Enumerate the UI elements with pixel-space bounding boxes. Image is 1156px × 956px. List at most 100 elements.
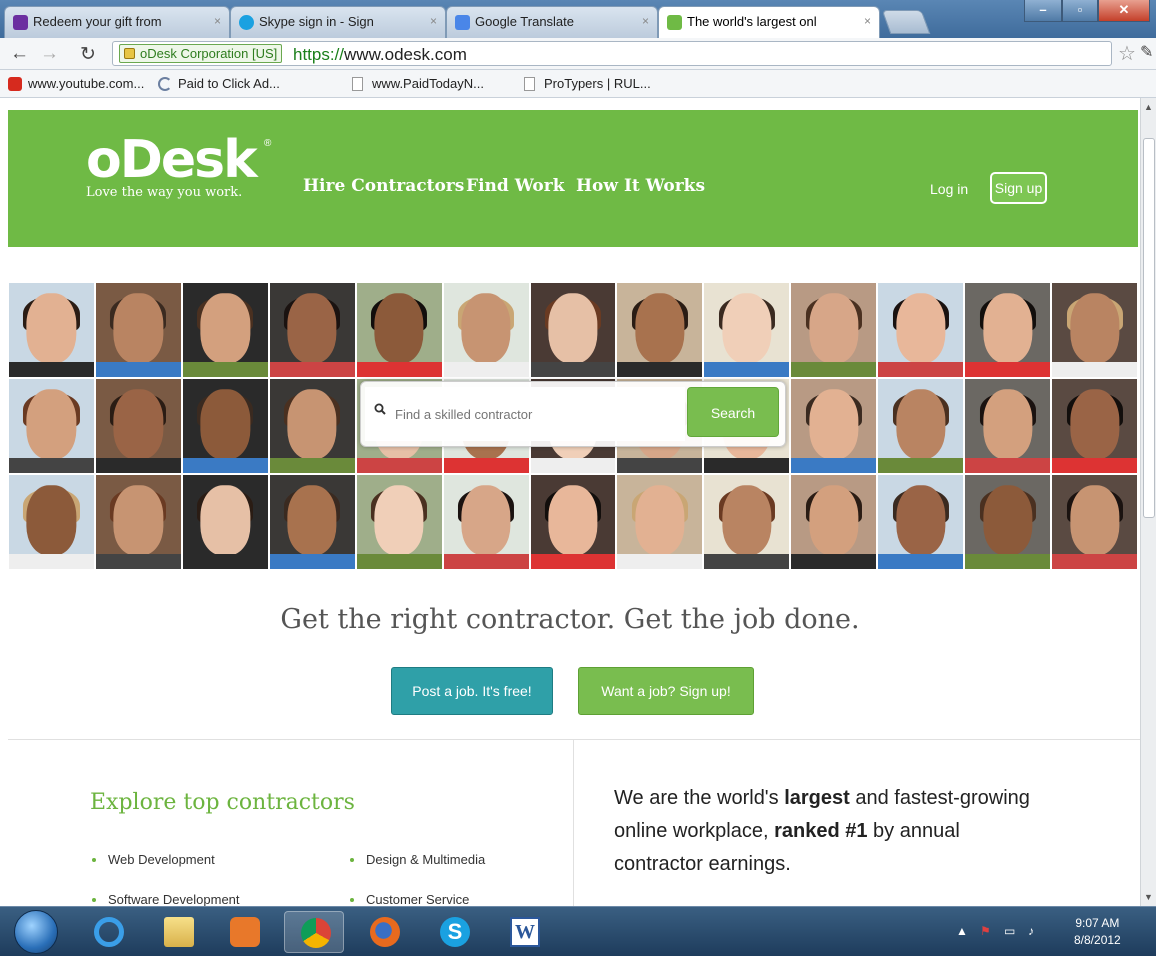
about-bold-ranked: ranked #1	[774, 820, 868, 842]
system-clock[interactable]: 9:07 AM 8/8/2012	[1074, 915, 1121, 949]
contractor-photo	[1052, 283, 1137, 377]
explore-title: Explore top contractors	[90, 790, 355, 815]
translate-icon	[455, 15, 470, 30]
tab-skype[interactable]: Skype sign in - Sign ×	[230, 6, 446, 38]
tab-google-translate[interactable]: Google Translate ×	[446, 6, 658, 38]
tab-label: Google Translate	[475, 14, 575, 29]
taskbar-skype[interactable]: S	[424, 911, 484, 953]
bookmark-paid-to-click[interactable]: Paid to Click Ad...	[158, 76, 280, 91]
want-job-button[interactable]: Want a job? Sign up!	[578, 667, 754, 715]
tab-yahoo[interactable]: Redeem your gift from ×	[4, 6, 230, 38]
bookmark-protypers[interactable]: ProTypers | RUL...	[524, 76, 651, 91]
contractor-photo	[95, 379, 181, 473]
contractor-photo	[1052, 379, 1137, 473]
category-design-multimedia[interactable]: Design & Multimedia	[346, 852, 485, 867]
scrollbar-thumb[interactable]	[1143, 138, 1155, 518]
wrench-icon[interactable]: ✎	[1140, 42, 1153, 62]
tab-close-icon[interactable]: ×	[430, 14, 437, 28]
bookmark-label: www.youtube.com...	[28, 76, 145, 91]
contractor-photo	[356, 283, 442, 377]
taskbar-chrome[interactable]	[284, 911, 344, 953]
tab-label: Redeem your gift from	[33, 14, 162, 29]
forward-icon[interactable]: →	[40, 43, 59, 65]
action-center-flag-icon[interactable]: ⚑	[980, 924, 991, 938]
contractor-photo	[530, 283, 616, 377]
close-window-button[interactable]: ✕	[1098, 0, 1150, 22]
moon-icon	[158, 77, 172, 91]
contractor-photo	[9, 283, 94, 377]
nav-find-work[interactable]: Find Work	[466, 176, 564, 196]
search-button[interactable]: Search	[687, 387, 779, 437]
tab-close-icon[interactable]: ×	[864, 14, 871, 28]
taskbar-word[interactable]: W	[494, 911, 554, 953]
star-icon[interactable]: ☆	[1118, 41, 1136, 66]
site-header: oDesk ® Love the way you work. Hire Cont…	[8, 110, 1138, 247]
tab-odesk[interactable]: The world's largest onl ×	[658, 6, 880, 38]
category-customer-service[interactable]: Customer Service	[346, 892, 469, 906]
taskbar-media-player[interactable]	[214, 911, 274, 953]
contractor-photo	[878, 475, 964, 569]
media-player-icon	[230, 917, 260, 947]
word-icon: W	[510, 917, 540, 947]
bookmark-youtube[interactable]: www.youtube.com...	[8, 76, 144, 91]
about-bold-largest: largest	[784, 787, 850, 809]
search-icon	[374, 403, 386, 415]
scroll-up-icon[interactable]: ▲	[1144, 102, 1153, 112]
clock-time: 9:07 AM	[1075, 916, 1120, 930]
contractor-photo	[965, 475, 1051, 569]
firefox-icon	[370, 917, 400, 947]
page-icon	[524, 77, 535, 91]
category-software-development[interactable]: Software Development	[88, 892, 240, 906]
contractor-photo	[617, 283, 703, 377]
security-chip[interactable]: oDesk Corporation [US]	[119, 44, 283, 63]
contractor-photo	[269, 283, 355, 377]
bookmark-label: ProTypers | RUL...	[544, 76, 651, 91]
about-blurb: We are the world's largest and fastest-g…	[614, 782, 1054, 881]
lock-icon	[124, 48, 135, 59]
skype-icon	[239, 15, 254, 30]
windows-taskbar: S W ▲ ⚑ ▭ ♪ 9:07 AM 8/8/2012	[0, 906, 1156, 956]
url-scheme: https://	[293, 45, 345, 64]
network-icon[interactable]: ▭	[1004, 924, 1015, 938]
address-bar[interactable]: oDesk Corporation [US] https://www.odesk…	[112, 41, 1112, 66]
contractor-photo	[269, 379, 355, 473]
taskbar-internet-explorer[interactable]	[78, 911, 138, 953]
browser-tab-strip: Redeem your gift from × Skype sign in - …	[0, 0, 1156, 38]
category-web-development[interactable]: Web Development	[88, 852, 215, 867]
contractor-photo	[617, 475, 703, 569]
contractor-photo	[356, 475, 442, 569]
tab-close-icon[interactable]: ×	[642, 14, 649, 28]
reload-icon[interactable]: ↻	[80, 43, 96, 66]
contractor-photo	[791, 475, 877, 569]
maximize-button[interactable]: ▫	[1062, 0, 1098, 22]
yahoo-icon	[13, 15, 28, 30]
taskbar-firefox[interactable]	[354, 911, 414, 953]
tab-close-icon[interactable]: ×	[214, 14, 221, 28]
taskbar-file-explorer[interactable]	[148, 911, 208, 953]
youtube-icon	[8, 77, 22, 91]
page-scrollbar[interactable]: ▲ ▼	[1140, 98, 1156, 906]
start-button[interactable]	[14, 910, 58, 954]
contractor-photo	[182, 475, 268, 569]
section-divider	[8, 739, 1140, 740]
search-input[interactable]	[365, 387, 685, 441]
show-hidden-icons-icon[interactable]: ▲	[956, 924, 968, 938]
nav-hire-contractors[interactable]: Hire Contractors	[303, 176, 464, 196]
odesk-logo[interactable]: oDesk ® Love the way you work.	[86, 132, 271, 200]
bookmark-paidtoday[interactable]: www.PaidTodayN...	[352, 76, 484, 91]
volume-icon[interactable]: ♪	[1028, 924, 1034, 938]
back-icon[interactable]: ←	[10, 43, 29, 65]
contractor-photo	[1052, 475, 1137, 569]
logo-tagline: Love the way you work.	[86, 185, 243, 200]
post-job-button[interactable]: Post a job. It's free!	[391, 667, 553, 715]
login-link[interactable]: Log in	[930, 181, 968, 197]
contractor-photo	[704, 283, 790, 377]
skype-icon: S	[440, 917, 470, 947]
signup-button[interactable]: Sign up	[990, 172, 1047, 204]
scroll-down-icon[interactable]: ▼	[1144, 892, 1153, 902]
new-tab-button[interactable]	[881, 10, 931, 34]
nav-how-it-works[interactable]: How It Works	[576, 176, 705, 196]
url-text[interactable]: https://www.odesk.com	[293, 45, 467, 65]
minimize-button[interactable]: –	[1024, 0, 1062, 22]
bookmark-label: www.PaidTodayN...	[372, 76, 484, 91]
